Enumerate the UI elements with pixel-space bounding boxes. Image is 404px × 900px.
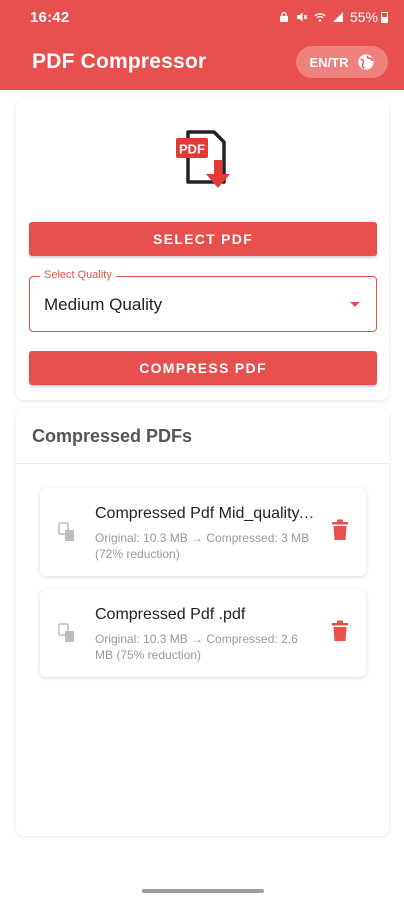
compress-controls-card: PDF SELECT PDF Select Quality Medium Qua… bbox=[16, 98, 389, 400]
file-name: Compressed Pdf Mid_quality.pdf bbox=[95, 505, 315, 522]
file-size-info: Original: 10.3 MB → Compressed: 3 MB (72… bbox=[95, 531, 310, 561]
compressed-pdfs-card: Compressed PDFs Compressed Pdf Mid_quali… bbox=[16, 408, 389, 836]
battery-indicator: 55% bbox=[350, 9, 388, 25]
battery-percent: 55% bbox=[349, 9, 378, 25]
language-toggle-label: EN/TR bbox=[309, 54, 349, 70]
file-copy-icon bbox=[58, 522, 74, 541]
pdf-download-icon: PDF bbox=[176, 130, 230, 188]
delete-icon[interactable] bbox=[331, 519, 349, 541]
compress-pdf-button[interactable]: COMPRESS PDF bbox=[29, 351, 377, 385]
language-toggle-button[interactable]: EN/TR bbox=[296, 46, 388, 78]
quality-dropdown[interactable]: Select Quality Medium Quality bbox=[29, 269, 377, 332]
divider bbox=[16, 463, 389, 464]
file-size-info: Original: 10.3 MB → Compressed: 2.6 MB (… bbox=[95, 632, 298, 662]
select-pdf-button[interactable]: SELECT PDF bbox=[29, 222, 377, 256]
compressed-pdfs-title: Compressed PDFs bbox=[32, 426, 193, 446]
pdf-logo-text: PDF bbox=[179, 142, 205, 157]
battery-icon bbox=[381, 11, 388, 23]
lock-icon bbox=[279, 11, 288, 22]
file-name: Compressed Pdf .pdf bbox=[95, 606, 246, 623]
list-item[interactable]: Compressed Pdf .pdf Original: 10.3 MB → … bbox=[40, 589, 366, 677]
status-icons: 55% bbox=[278, 9, 388, 25]
mute-icon bbox=[296, 12, 308, 22]
app-bar: PDF Compressor EN/TR bbox=[0, 34, 404, 90]
status-bar: 16:42 55% bbox=[0, 0, 404, 34]
list-item[interactable]: Compressed Pdf Mid_quality.pdf Original:… bbox=[40, 488, 366, 576]
quality-dropdown-value: Medium Quality bbox=[44, 295, 163, 314]
gesture-nav-handle[interactable] bbox=[142, 889, 264, 893]
status-time: 16:42 bbox=[30, 8, 70, 26]
quality-dropdown-label: Select Quality bbox=[40, 269, 116, 281]
caret-down-icon bbox=[350, 302, 360, 307]
app-title: PDF Compressor bbox=[32, 50, 207, 73]
signal-icon bbox=[332, 12, 343, 22]
globe-icon bbox=[357, 54, 374, 70]
file-copy-icon bbox=[58, 623, 74, 642]
delete-icon[interactable] bbox=[331, 620, 349, 642]
wifi-calling-icon bbox=[314, 13, 326, 22]
